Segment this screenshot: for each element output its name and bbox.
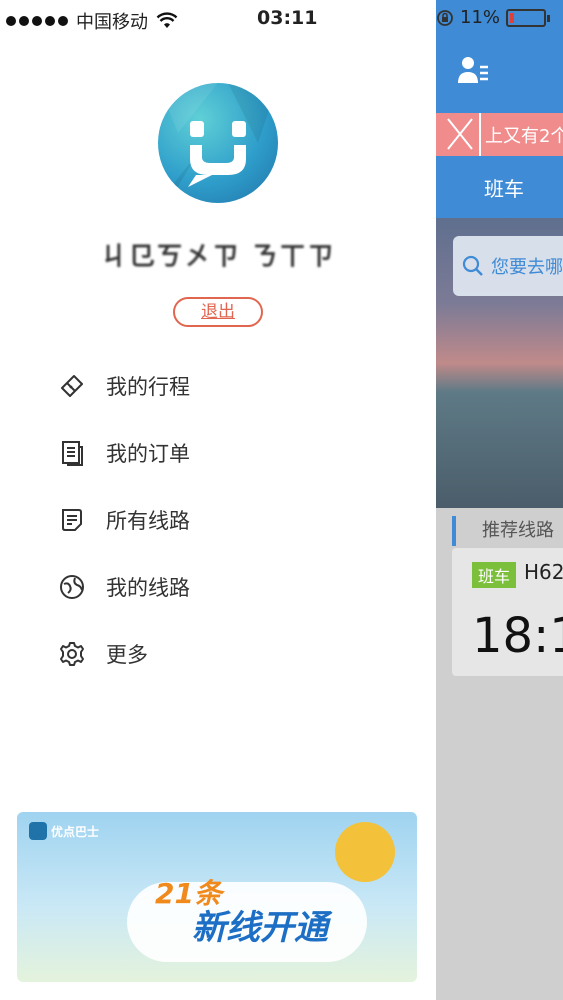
menu-item-more[interactable]: 更多 [56, 620, 386, 687]
my-route-icon [56, 571, 88, 603]
gear-icon [56, 638, 88, 670]
ticket-icon [56, 370, 88, 402]
menu-item-my-trips[interactable]: 我的行程 [56, 352, 386, 419]
wifi-icon [156, 12, 178, 28]
banner-logo: 优点巴士 [29, 822, 99, 840]
carrier-label: 中国移动 [76, 12, 148, 33]
menu-label: 更多 [106, 642, 148, 667]
route-name: H62 [524, 560, 563, 584]
menu-label: 我的线路 [106, 575, 190, 600]
menu-label: 所有线路 [106, 508, 190, 533]
brand-logo-icon [29, 822, 47, 840]
order-list-icon [56, 437, 88, 469]
clock: 03:11 [257, 7, 318, 29]
banner-logo-text: 优点巴士 [51, 824, 100, 839]
drawer-menu: 我的行程 我的订单 所有线路 我的线路 更多 [56, 352, 386, 687]
avatar[interactable] [158, 83, 278, 203]
menu-label: 我的行程 [106, 374, 190, 399]
menu-item-all-routes[interactable]: 所有线路 [56, 486, 386, 553]
close-icon[interactable] [436, 113, 481, 156]
menu-item-my-routes[interactable]: 我的线路 [56, 553, 386, 620]
route-type-tag: 班车 [472, 562, 517, 588]
route-card[interactable]: 班车 H62 18:1 [452, 548, 563, 676]
menu-item-my-orders[interactable]: 我的订单 [56, 419, 386, 486]
menu-label: 我的订单 [106, 441, 190, 466]
badge-medal-icon [335, 822, 395, 882]
user-menu-icon[interactable] [458, 55, 492, 89]
smile-logo-icon [158, 83, 278, 203]
tab-shuttle[interactable]: 班车 [484, 173, 524, 202]
logout-button[interactable]: 退出 [173, 297, 263, 327]
notice-text: 上又有2个 [485, 125, 563, 147]
search-icon [462, 255, 483, 276]
side-drawer: 中国移动 03:11 ㄐ㔾ㄎ㐅ㄗ ㄋㄒㄗ 退出 我的行程 我的订单 所有线路 我… [0, 0, 436, 1000]
search-placeholder: 您要去哪 [491, 257, 563, 278]
routes-icon [56, 504, 88, 536]
departure-time: 18:1 [472, 608, 563, 664]
status-bar: 中国移动 03:11 [0, 0, 563, 38]
main-screen-peek[interactable]: 11% 上又有2个 班车 您要去哪 推荐线路 班车 H62 18:1 [436, 0, 563, 1000]
promo-banner[interactable]: 优点巴士 21条 新线开通 [17, 812, 417, 982]
destination-search[interactable]: 您要去哪 [453, 236, 563, 296]
username: ㄐ㔾ㄎ㐅ㄗ ㄋㄒㄗ [100, 242, 336, 272]
signal-dots-icon [6, 16, 68, 26]
banner-headline: 新线开通 [192, 908, 328, 948]
notice-bar[interactable]: 上又有2个 [436, 113, 563, 156]
section-title: 推荐线路 [452, 516, 554, 546]
